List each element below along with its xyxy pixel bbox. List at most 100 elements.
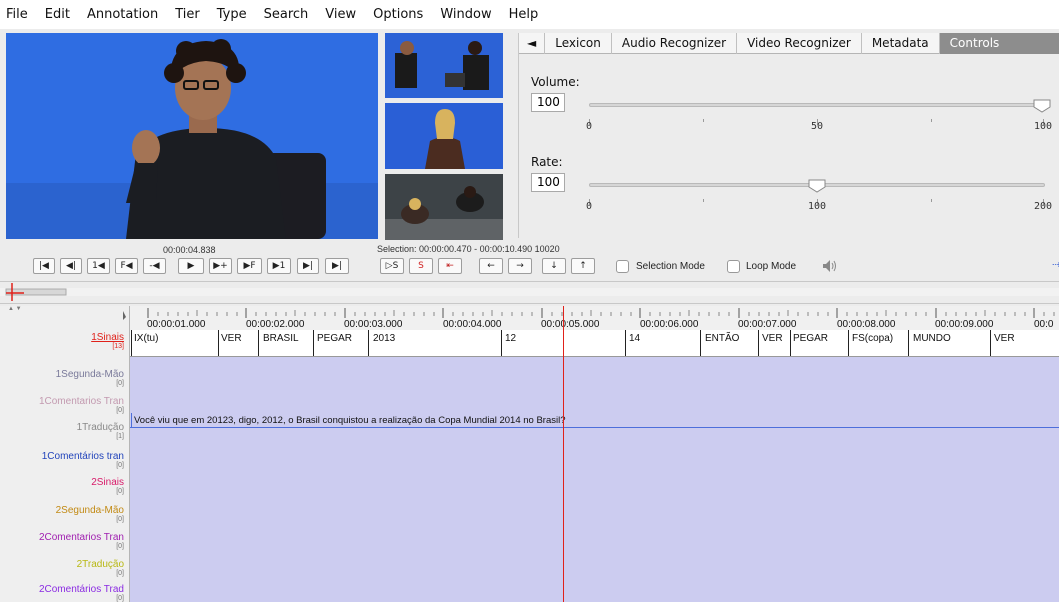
next-second-button[interactable]: ▶1 [267,258,291,274]
tier-label[interactable]: 1Comentarios Tran [0,396,124,407]
tier-annotation-count: [0] [116,595,124,602]
tab-lexicon[interactable]: Lexicon [545,33,612,54]
ruler-time-label: 00:00:04.000 [443,319,502,330]
menu-file[interactable]: File [6,7,28,22]
tier-up-button[interactable]: ↑ [571,258,595,274]
play-selection-button[interactable]: ▷S [380,258,404,274]
rate-tick-label: 0 [586,201,593,212]
tier-down-button[interactable]: ↓ [542,258,566,274]
selection-boundary-button[interactable]: ⇤ [438,258,462,274]
ruler-time-label: 00:00:03.000 [344,319,403,330]
previous-second-button[interactable]: 1◀ [87,258,110,274]
side-panel: ◄ Lexicon Audio Recognizer Video Recogni… [518,33,1059,238]
next-scrollview-button[interactable]: ▶| [297,258,319,274]
tab-scroll-left-button[interactable]: ◄ [519,33,546,54]
overview-scrollbar[interactable] [0,281,1059,303]
rate-value-field[interactable]: 100 [531,173,565,192]
annotation[interactable]: 12 [505,333,516,344]
volume-slider[interactable] [589,103,1045,107]
annotation[interactable]: 2013 [373,333,395,344]
annotation[interactable]: 14 [629,333,640,344]
annotation[interactable]: VER [994,333,1015,344]
ruler-time-label: 00:00:02.000 [246,319,305,330]
menu-help[interactable]: Help [509,7,539,22]
tab-audio-recognizer[interactable]: Audio Recognizer [612,33,738,54]
previous-ms-button[interactable]: -◀ [143,258,166,274]
separator [0,303,1059,304]
more-controls-arrow-icon[interactable]: ⇢ [1052,258,1059,271]
menu-edit[interactable]: Edit [45,7,70,22]
volume-value-field[interactable]: 100 [531,93,565,112]
scroll-arrows-icon[interactable]: ▲ ▼ [8,306,22,312]
annotation[interactable]: VER [221,333,242,344]
ruler-time-label: 00:00:07.000 [738,319,797,330]
video-thumbnail-3[interactable] [385,174,503,240]
tier-label[interactable]: 2Segunda-Mão [0,505,124,516]
next-frame-button[interactable]: ▶F [237,258,262,274]
annotation[interactable]: VER [762,333,783,344]
previous-scrollview-button[interactable]: ◀| [60,258,82,274]
annotation-boundary [848,330,849,356]
menu-view[interactable]: View [325,7,356,22]
annotation[interactable]: FS(copa) [852,333,893,344]
annotation[interactable]: PEGAR [317,333,352,344]
main-video-player[interactable] [6,33,378,239]
tier-label[interactable]: 1Sinais [0,332,124,343]
menu-type[interactable]: Type [217,7,247,22]
annotation-boundary [908,330,909,356]
annotation[interactable]: MUNDO [913,333,951,344]
video-thumbnail-2[interactable] [385,103,503,169]
tier-label[interactable]: 2Tradução [0,559,124,570]
tab-metadata[interactable]: Metadata [862,33,940,54]
volume-tick [703,119,704,122]
annotation[interactable]: PEGAR [793,333,828,344]
menu-tier[interactable]: Tier [175,7,200,22]
annotation[interactable]: BRASIL [263,333,299,344]
signer-video-frame [6,33,378,239]
menu-window[interactable]: Window [440,7,491,22]
rate-tick-label: 200 [1034,201,1053,212]
rate-label: Rate: [531,155,563,169]
play-button[interactable]: ▶ [178,258,204,274]
timeline-tier-area[interactable] [130,340,1059,602]
menu-options[interactable]: Options [373,7,423,22]
annotation-boundary [313,330,314,356]
next-annotation-button[interactable]: → [508,258,532,274]
rate-slider-thumb[interactable] [808,179,826,193]
tier-label[interactable]: 2Sinais [0,477,124,488]
menu-annotation[interactable]: Annotation [87,7,158,22]
previous-annotation-button[interactable]: ← [479,258,503,274]
tier-annotation-count: [0] [116,462,124,469]
previous-frame-button[interactable]: F◀ [115,258,138,274]
annotation[interactable]: ENTÃO [705,333,739,344]
menu-search[interactable]: Search [264,7,309,22]
annotation[interactable]: IX(tu) [134,333,158,344]
ruler-time-label: 00:00:08.000 [837,319,896,330]
ruler-pointer-icon [123,311,126,320]
tier-label[interactable]: 1Segunda-Mão [0,369,124,380]
volume-slider-thumb[interactable] [1033,99,1051,113]
selection-mode-checkbox[interactable] [616,260,629,273]
go-to-begin-button[interactable]: |◀ [33,258,55,274]
video-thumbnail-1[interactable] [385,33,503,98]
tier-label[interactable]: 2Comentarios Tran [0,532,124,543]
tab-bar: ◄ Lexicon Audio Recognizer Video Recogni… [519,33,1059,54]
tier-label[interactable]: 1Comentários tran [0,451,124,462]
tier-label[interactable]: 1Tradução [0,422,124,433]
selection-readout: Selection: 00:00:00.470 - 00:00:10.490 1… [377,244,560,254]
go-to-end-button[interactable]: ▶| [325,258,349,274]
tier-annotation-count: [0] [116,570,124,577]
clear-selection-button[interactable]: S [409,258,433,274]
annotation-boundary [758,330,759,356]
two-signers-frame [385,33,503,98]
tab-video-recognizer[interactable]: Video Recognizer [737,33,862,54]
loop-mode-checkbox[interactable] [727,260,740,273]
tab-controls[interactable]: Controls [939,33,1059,54]
next-ms-button[interactable]: ▶+ [209,258,232,274]
tier-label[interactable]: 2Comentários Trad [0,584,124,595]
annotation-boundary [990,330,991,356]
speaker-icon[interactable] [822,259,838,273]
rate-tick [703,199,704,202]
translation-annotation[interactable]: Você viu que em 20123, digo, 2012, o Bra… [134,415,565,426]
playhead-cursor[interactable] [563,306,564,602]
